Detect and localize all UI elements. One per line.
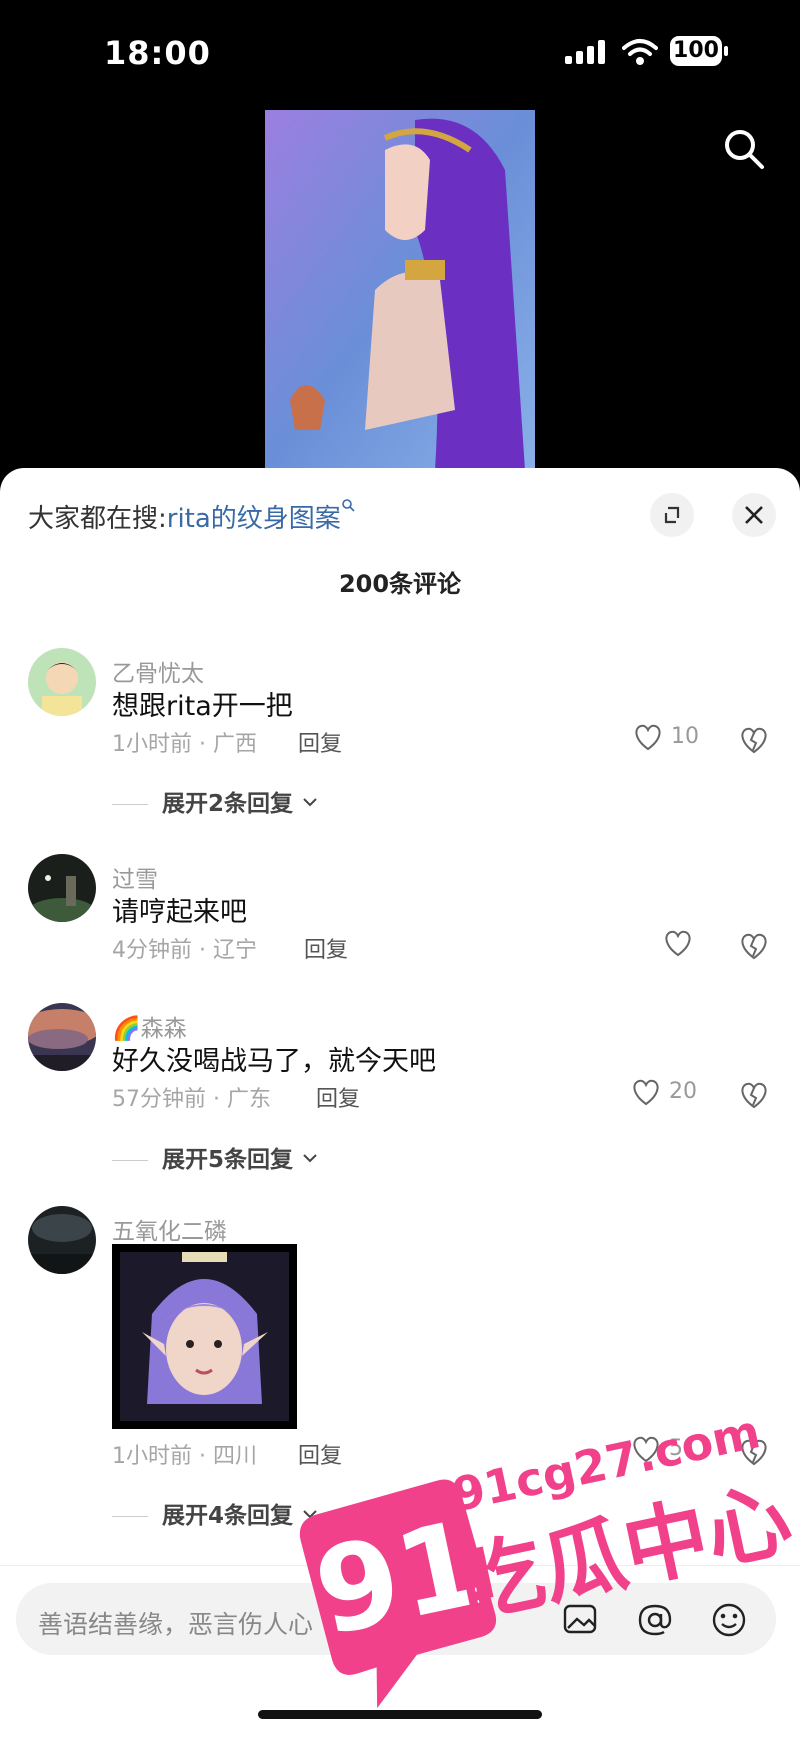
heart-icon (633, 1079, 659, 1106)
video-preview[interactable] (265, 110, 535, 470)
comment-count: 200条评论 (338, 570, 462, 598)
reply-button[interactable]: 回复 (304, 932, 348, 964)
comment-text: 好久没喝战马了，就今天吧 (112, 1046, 436, 1077)
avatar[interactable] (28, 854, 96, 922)
comment-time-location: 4分钟前 · 辽宁 (112, 938, 257, 963)
comment-text: 想跟rita开一把 (112, 691, 293, 722)
expand-replies-label: 展开5条回复 (162, 1147, 294, 1173)
expand-button[interactable] (650, 493, 694, 537)
home-indicator (258, 1710, 542, 1719)
search-icon (342, 499, 355, 512)
reply-button[interactable]: 回复 (298, 726, 342, 758)
like-button[interactable] (662, 928, 694, 962)
like-count: 10 (671, 724, 699, 749)
heart-icon (665, 930, 691, 957)
broken-heart-icon[interactable] (738, 1079, 770, 1111)
broken-heart-icon[interactable] (738, 724, 770, 756)
comment-username[interactable]: 五氧化二磷 (112, 1212, 227, 1246)
heart-icon (635, 724, 661, 751)
like-count: 20 (669, 1079, 697, 1104)
comment-username[interactable]: 过雪 (112, 860, 158, 894)
chevron-down-icon (303, 1154, 317, 1163)
expand-replies[interactable]: 展开4条回复 (112, 1496, 319, 1530)
signal-icon (565, 40, 605, 64)
sticker-image[interactable] (112, 1244, 297, 1429)
watermark-logo: 91 91cg27.com 吃瓜中心 (299, 1410, 800, 1709)
avatar[interactable] (28, 648, 96, 716)
broken-heart-icon[interactable] (738, 930, 770, 962)
close-icon (745, 506, 763, 524)
status-time: 18:00 (104, 34, 211, 72)
avatar[interactable] (28, 1206, 96, 1274)
wifi-icon (622, 39, 658, 65)
status-bar: 18:00 100 (0, 0, 800, 105)
comment-text: 请哼起来吧 (112, 897, 247, 928)
comment-time-location: 1小时前 · 四川 (112, 1444, 257, 1469)
expand-replies-label: 展开2条回复 (162, 791, 294, 817)
comment-input-placeholder: 善语结善缘，恶言伤人心 (38, 1610, 314, 1639)
comment-time-location: 1小时前 · 广西 (112, 732, 257, 757)
search-icon[interactable] (720, 125, 768, 173)
expand-replies[interactable]: 展开2条回复 (112, 784, 319, 818)
expand-replies[interactable]: 展开5条回复 (112, 1140, 319, 1174)
chevron-down-icon (303, 798, 317, 807)
close-button[interactable] (732, 493, 776, 537)
battery-level: 100 (670, 36, 722, 66)
comment-username[interactable]: 🌈森森 (112, 1009, 187, 1043)
hot-search-keyword[interactable]: rita的纹身图案 (167, 504, 341, 534)
comment-time-location: 57分钟前 · 广东 (112, 1087, 271, 1112)
battery-icon: 100 (670, 36, 730, 68)
hot-search-prefix: 大家都在搜: (28, 504, 167, 534)
like-button[interactable]: 10 (632, 722, 699, 756)
reply-button[interactable]: 回复 (316, 1081, 360, 1113)
expand-icon (664, 506, 680, 524)
comment-username[interactable]: 乙骨忧太 (112, 654, 204, 688)
expand-replies-label: 展开4条回复 (162, 1503, 294, 1529)
hot-search[interactable]: 大家都在搜:rita的纹身图案 (28, 498, 357, 535)
like-button[interactable]: 20 (630, 1077, 697, 1111)
avatar[interactable] (28, 1003, 96, 1071)
